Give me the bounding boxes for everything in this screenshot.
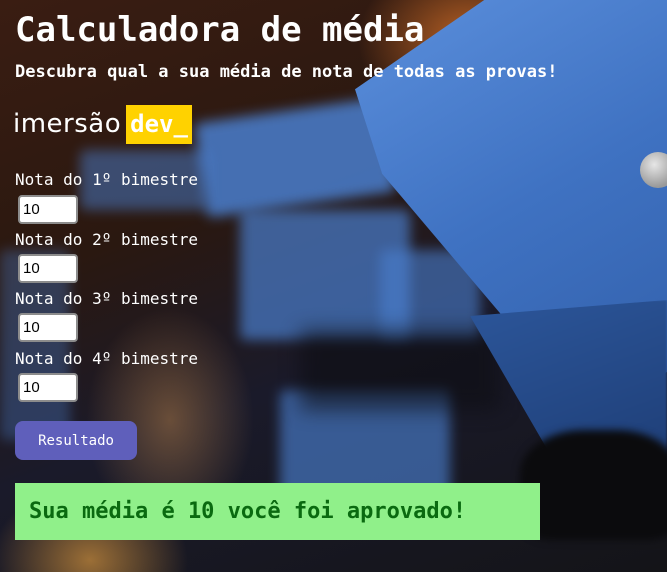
grade-3-label: Nota do 3º bimestre [15, 289, 199, 308]
page-title: Calculadora de média [15, 10, 425, 50]
logo-imersao-text: imersão [13, 109, 122, 139]
grade-4-input[interactable] [18, 373, 78, 402]
grade-4-label: Nota do 4º bimestre [15, 349, 199, 368]
logo-dev-text: dev_ [126, 104, 192, 144]
imersao-dev-logo: imersão dev_ [13, 104, 192, 144]
grade-3-input[interactable] [18, 313, 78, 342]
grade-2-label: Nota do 2º bimestre [15, 230, 199, 249]
page-subtitle: Descubra qual a sua média de nota de tod… [15, 62, 558, 82]
grade-1-label: Nota do 1º bimestre [15, 170, 199, 189]
grade-2-input[interactable] [18, 254, 78, 283]
result-button[interactable]: Resultado [15, 421, 137, 460]
result-message-box: Sua média é 10 você foi aprovado! [15, 483, 540, 540]
grade-1-input[interactable] [18, 195, 78, 224]
result-message: Sua média é 10 você foi aprovado! [29, 499, 467, 524]
